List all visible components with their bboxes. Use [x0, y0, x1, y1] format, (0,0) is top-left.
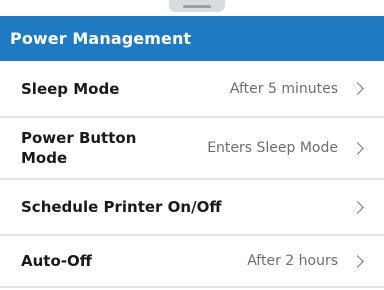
grip-icon: [183, 5, 211, 8]
list-item-power-button-mode[interactable]: Power Button Mode Enters Sleep Mode: [0, 118, 384, 180]
page-header: Power Management: [0, 16, 384, 61]
list-item-label: Sleep Mode: [21, 79, 120, 98]
list-item-sleep-mode[interactable]: Sleep Mode After 5 minutes: [0, 61, 384, 118]
list-item-schedule-printer[interactable]: Schedule Printer On/Off: [0, 180, 384, 236]
chevron-right-icon: [351, 200, 364, 214]
list-item-label: Power Button Mode: [21, 129, 137, 167]
settings-list: Sleep Mode After 5 minutes Power Button …: [0, 61, 384, 288]
list-item-label: Auto-Off: [21, 252, 92, 270]
list-item-value: After 5 minutes: [229, 80, 338, 97]
list-item-label: Schedule Printer On/Off: [21, 198, 222, 216]
list-item-value: After 2 hours: [247, 253, 338, 269]
chevron-right-icon: [351, 254, 364, 268]
chevron-right-icon: [351, 141, 364, 155]
pull-down-handle[interactable]: [169, 0, 225, 12]
chevron-right-icon: [351, 82, 364, 95]
list-item-auto-off[interactable]: Auto-Off After 2 hours: [0, 236, 384, 288]
power-management-screen: Power Management Sleep Mode After 5 minu…: [0, 0, 384, 290]
page-title: Power Management: [10, 29, 192, 48]
list-item-value: Enters Sleep Mode: [207, 140, 338, 156]
